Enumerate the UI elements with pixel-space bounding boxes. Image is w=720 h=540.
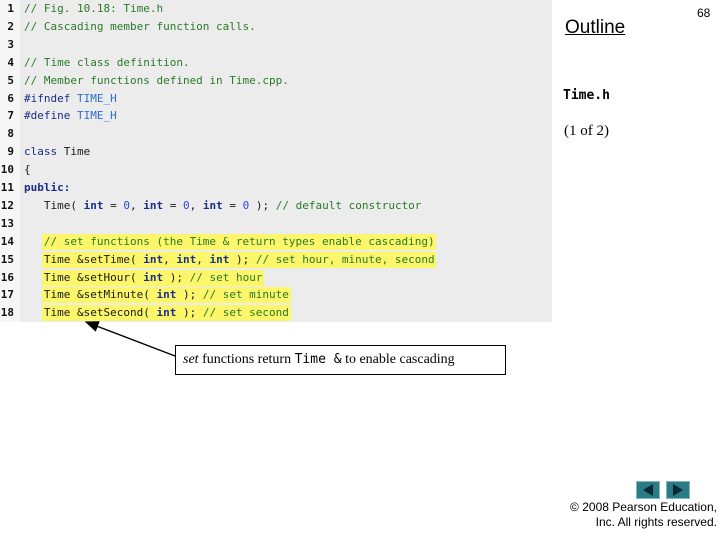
callout-box: set functions return Time & to enable ca… (175, 345, 506, 375)
next-slide-button[interactable] (666, 481, 690, 499)
previous-slide-button[interactable] (636, 481, 660, 499)
triangle-right-icon (673, 484, 683, 496)
callout-text-2: to enable cascading (341, 352, 455, 367)
triangle-left-icon (643, 484, 653, 496)
callout-arrow (84, 321, 176, 357)
copyright: © 2008 Pearson Education, Inc. All right… (565, 500, 717, 530)
copyright-line-2: Inc. All rights reserved. (595, 515, 717, 529)
callout-text-1: functions return (198, 352, 295, 367)
copyright-line-1: © 2008 Pearson Education, (570, 500, 717, 514)
callout-italic: set (183, 352, 199, 367)
callout-code: Time & (294, 352, 342, 367)
